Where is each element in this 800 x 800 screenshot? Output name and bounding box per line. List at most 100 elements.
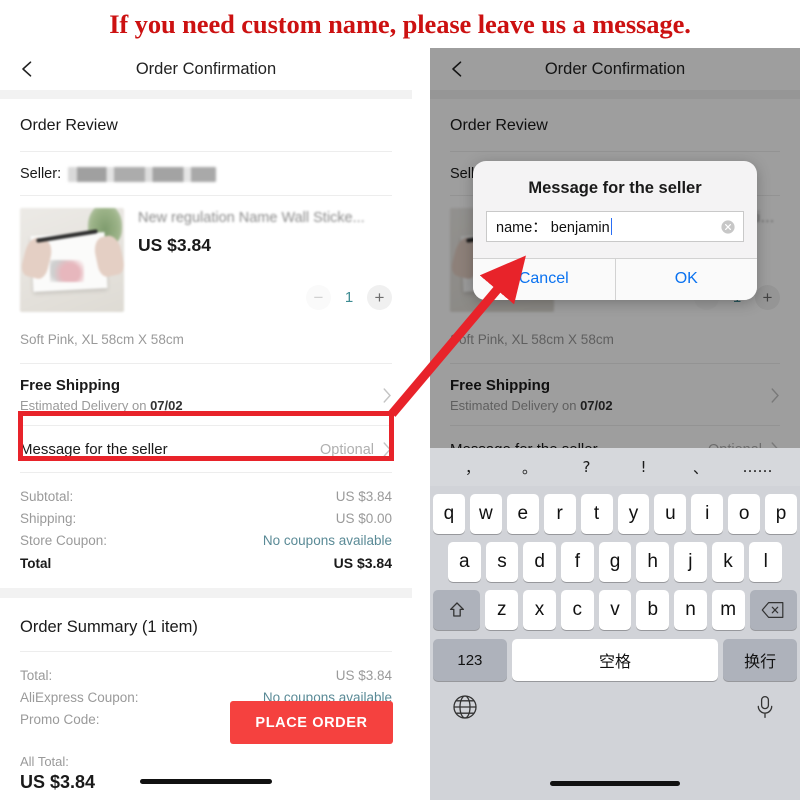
seller-name-redacted	[68, 166, 217, 182]
shipping-row[interactable]: Free Shipping Estimated Delivery on 07/0…	[20, 364, 392, 425]
virtual-keyboard: ， 。 ? ! 、 …… q w e r t y u i o p a s d f…	[430, 448, 800, 800]
key-n[interactable]: n	[674, 590, 707, 630]
key-y[interactable]: y	[617, 494, 650, 534]
prediction-item[interactable]: ……	[729, 458, 786, 476]
key-m[interactable]: m	[711, 590, 745, 630]
key-i[interactable]: i	[691, 494, 724, 534]
price-line-value: US $0.00	[335, 510, 392, 526]
prediction-item[interactable]: ?	[558, 458, 615, 476]
quantity-increase-button[interactable]: +	[367, 285, 392, 310]
chevron-right-icon	[383, 442, 391, 457]
key-r[interactable]: r	[543, 494, 576, 534]
left-phone-screen: Order Confirmation Order Review Seller: …	[0, 48, 412, 800]
backspace-icon[interactable]	[749, 590, 798, 630]
key-q[interactable]: q	[432, 494, 465, 534]
key-x[interactable]: x	[523, 590, 556, 630]
order-summary-title: Order Summary (1 item)	[20, 618, 198, 636]
globe-icon[interactable]	[452, 694, 478, 720]
return-key[interactable]: 换行	[723, 639, 797, 681]
message-input-field[interactable]: name： benjamin	[486, 211, 744, 242]
space-key[interactable]: 空格	[511, 639, 719, 681]
order-review-section: Order Review Seller: New regulation Name…	[0, 99, 412, 588]
seller-total-value: US $3.84	[333, 554, 392, 571]
navigation-bar: Order Confirmation	[0, 48, 412, 90]
chevron-right-icon	[383, 387, 391, 403]
key-j[interactable]: j	[674, 542, 707, 582]
message-for-seller-dialog: Message for the seller name： benjamin Ca…	[473, 161, 757, 300]
seller-price-lines: Subtotal: US $3.84 Shipping: US $0.00 St…	[20, 473, 392, 588]
keyboard-row-1: q w e r t y u i o p	[430, 494, 800, 534]
prediction-bar: ， 。 ? ! 、 ……	[430, 448, 800, 486]
keyboard-row-4: 123 空格 换行	[430, 639, 800, 681]
dialog-title: Message for the seller	[528, 179, 702, 197]
key-b[interactable]: b	[636, 590, 670, 630]
key-u[interactable]: u	[654, 494, 687, 534]
home-indicator	[140, 779, 272, 784]
summary-line: Total: US $3.84	[20, 664, 392, 686]
key-s[interactable]: s	[485, 542, 519, 582]
right-phone-screen: Order Confirmation Order Review Seller:	[430, 48, 800, 800]
store-coupon-link[interactable]: No coupons available	[263, 533, 392, 548]
page-title: Order Confirmation	[135, 59, 277, 78]
shift-icon[interactable]	[432, 590, 481, 630]
quantity-value: 1	[344, 289, 354, 306]
price-line-key: Shipping:	[20, 510, 77, 526]
all-total-block: All Total: US $3.84	[20, 744, 392, 793]
product-row[interactable]: New regulation Name Wall Sticke... US $3…	[20, 196, 392, 318]
key-h[interactable]: h	[636, 542, 670, 582]
all-total-label: All Total:	[20, 754, 69, 769]
summary-line-key: Promo Code:	[20, 711, 100, 727]
product-thumbnail[interactable]	[20, 208, 124, 312]
quantity-decrease-button[interactable]: −	[306, 285, 331, 310]
price-line: Shipping: US $0.00	[20, 507, 392, 529]
price-line-key: Subtotal:	[20, 488, 74, 504]
ok-button[interactable]: OK	[616, 259, 758, 300]
key-e[interactable]: e	[506, 494, 539, 534]
right-screen-content: Order Confirmation Order Review Seller:	[430, 48, 800, 448]
keyboard-row-2: a s d f g h j k l	[430, 542, 800, 582]
key-w[interactable]: w	[469, 494, 502, 534]
clear-circle-icon[interactable]	[721, 219, 735, 234]
key-o[interactable]: o	[728, 494, 761, 534]
key-z[interactable]: z	[485, 590, 519, 630]
price-line[interactable]: Store Coupon: No coupons available	[20, 529, 392, 551]
chevron-left-icon[interactable]	[18, 60, 36, 78]
product-price: US $3.84	[138, 235, 211, 255]
key-v[interactable]: v	[598, 590, 632, 630]
numbers-key[interactable]: 123	[433, 639, 507, 681]
text-cursor	[610, 218, 613, 235]
product-name: New regulation Name Wall Sticke...	[138, 210, 365, 226]
key-d[interactable]: d	[523, 542, 556, 582]
key-k[interactable]: k	[711, 542, 745, 582]
order-summary-section: Order Summary (1 item) Total: US $3.84 A…	[0, 598, 412, 793]
key-c[interactable]: c	[560, 590, 594, 630]
cancel-button[interactable]: Cancel	[473, 259, 615, 300]
key-a[interactable]: a	[447, 542, 481, 582]
prediction-item[interactable]: ，	[444, 457, 501, 478]
screenshot-root: If you need custom name, please leave us…	[0, 0, 800, 800]
key-l[interactable]: l	[749, 542, 783, 582]
seller-total-line: Total US $3.84	[20, 551, 392, 574]
seller-row[interactable]: Seller:	[20, 152, 392, 195]
prediction-item[interactable]: 。	[501, 457, 558, 478]
shipping-title: Free Shipping	[20, 377, 121, 394]
key-f[interactable]: f	[561, 542, 594, 582]
key-t[interactable]: t	[580, 494, 613, 534]
summary-line-key: Total:	[20, 667, 53, 683]
key-g[interactable]: g	[598, 542, 632, 582]
microphone-icon[interactable]	[752, 694, 778, 720]
prediction-item[interactable]: !	[615, 458, 672, 476]
message-for-seller-label: Message for the seller	[20, 441, 168, 458]
promo-banner: If you need custom name, please leave us…	[0, 0, 800, 48]
home-indicator	[550, 781, 680, 786]
message-for-seller-row[interactable]: Message for the seller Optional	[20, 426, 392, 472]
keyboard-row-3: z x c v b n m	[430, 590, 800, 630]
place-order-button[interactable]: PLACE ORDER	[230, 701, 393, 744]
prediction-item[interactable]: 、	[672, 457, 729, 478]
price-line-value: US $3.84	[335, 488, 392, 504]
key-p[interactable]: p	[765, 494, 798, 534]
section-gap	[0, 588, 412, 598]
quantity-stepper[interactable]: − 1 +	[306, 285, 392, 310]
promo-banner-text: If you need custom name, please leave us…	[109, 8, 691, 39]
price-line: Subtotal: US $3.84	[20, 485, 392, 507]
